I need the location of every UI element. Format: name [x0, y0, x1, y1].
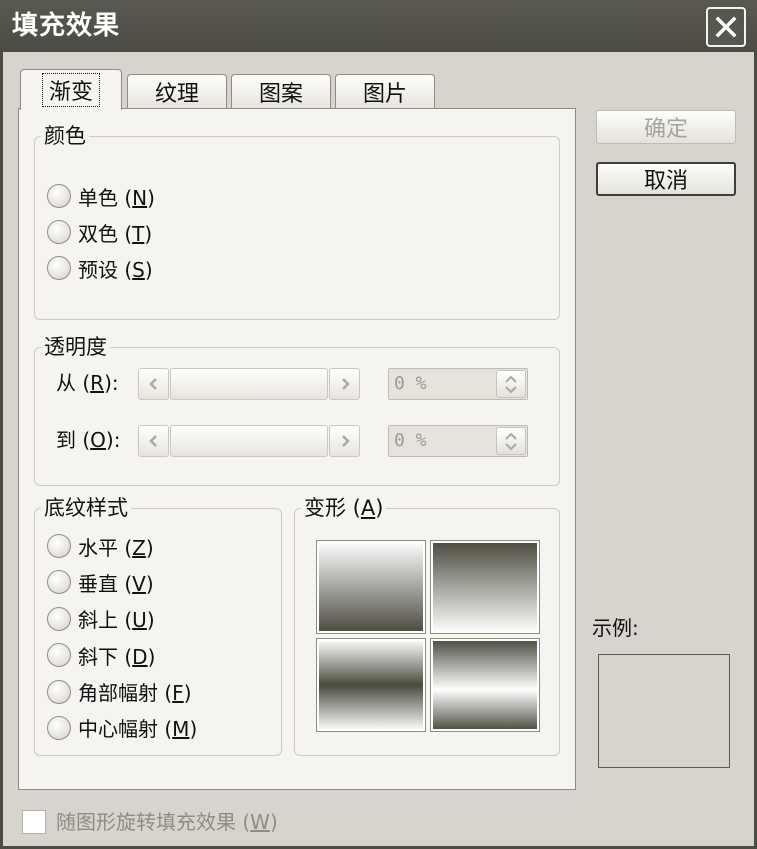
radio-diagonal-down[interactable]: 斜下 (D) — [47, 643, 197, 669]
to-scroll-right-button[interactable] — [329, 425, 360, 457]
from-slider[interactable] — [138, 368, 360, 400]
chevron-left-icon — [148, 378, 157, 390]
radio-vertical[interactable]: 垂直 (V) — [47, 570, 197, 596]
radio-label: 中心幅射 (M) — [78, 717, 198, 742]
dialog-title: 填充效果 — [12, 11, 121, 41]
tab-label: 图案 — [258, 81, 303, 107]
radio-label: 斜上 (U) — [78, 608, 155, 633]
variants-group-title: 变形 (A) — [301, 496, 387, 520]
to-scroll-left-button[interactable] — [138, 425, 169, 457]
radio-diagonal-up[interactable]: 斜上 (U) — [47, 606, 197, 633]
radio-from-center[interactable]: 中心幅射 (M) — [47, 715, 198, 742]
radio-label: 斜下 (D) — [78, 644, 156, 669]
chevron-right-icon — [341, 378, 350, 390]
from-scroll-left-button[interactable] — [138, 368, 169, 400]
colors-radio-list: 单色 (N) 双色 (T) 预设 (S) — [47, 184, 155, 282]
from-percent-spinner[interactable]: 0 % — [388, 368, 528, 400]
radio-button[interactable] — [47, 570, 71, 595]
radio-horizontal[interactable]: 水平 (Z) — [47, 534, 197, 560]
to-slider-track[interactable] — [170, 425, 328, 457]
cancel-button[interactable]: 取消 — [596, 162, 736, 196]
colors-group-title: 颜色 — [41, 124, 89, 148]
ok-button[interactable]: 确定 — [596, 110, 736, 144]
fill-effects-dialog: 填充效果 渐变 纹理 图案 图片 颜色 单色 (N) 双色 (T) 预设 (S) — [0, 0, 757, 849]
from-percent-value[interactable]: 0 % — [394, 369, 427, 399]
radio-label: 垂直 (V) — [78, 571, 154, 596]
chevron-left-icon — [148, 435, 157, 447]
radio-label: 水平 (Z) — [78, 535, 154, 560]
radio-button[interactable] — [47, 184, 71, 208]
rotate-fill-checkbox-label[interactable]: 随图形旋转填充效果 (W) — [56, 810, 278, 834]
from-spinner-buttons[interactable] — [496, 370, 526, 398]
radio-label: 双色 (T) — [78, 221, 153, 246]
to-slider[interactable] — [138, 425, 360, 457]
radio-label: 单色 (N) — [78, 185, 155, 210]
to-percent-value[interactable]: 0 % — [394, 426, 427, 456]
close-icon — [715, 16, 737, 38]
radio-preset[interactable]: 预设 (S) — [47, 256, 155, 282]
chevron-down-icon[interactable] — [505, 442, 517, 450]
tab-texture[interactable]: 纹理 — [127, 74, 227, 108]
from-label: 从 (R): — [56, 371, 119, 395]
to-percent-spinner[interactable]: 0 % — [388, 425, 528, 457]
close-button[interactable] — [706, 7, 746, 47]
radio-button[interactable] — [47, 256, 71, 280]
sample-preview — [598, 654, 730, 768]
tab-pattern[interactable]: 图案 — [231, 74, 331, 108]
tab-picture[interactable]: 图片 — [335, 74, 435, 108]
to-spinner-buttons[interactable] — [496, 427, 526, 455]
radio-button[interactable] — [47, 643, 71, 668]
from-slider-track[interactable] — [170, 368, 328, 400]
chevron-up-icon[interactable] — [505, 432, 517, 440]
transparency-group-title: 透明度 — [41, 335, 110, 359]
tab-label: 纹理 — [154, 81, 199, 107]
variant-swatch-2[interactable] — [430, 540, 540, 634]
shading-styles-group-title: 底纹样式 — [41, 496, 131, 520]
radio-button[interactable] — [47, 534, 71, 558]
variant-swatch-4[interactable] — [430, 638, 540, 732]
radio-from-corner[interactable]: 角部幅射 (F) — [47, 679, 197, 706]
from-scroll-right-button[interactable] — [329, 368, 360, 400]
shading-radio-list: 水平 (Z) 垂直 (V) 斜上 (U) 斜下 (D) 角部幅射 (F) 中心幅… — [47, 534, 198, 742]
radio-button[interactable] — [47, 220, 71, 244]
radio-one-color[interactable]: 单色 (N) — [47, 184, 155, 210]
sample-label: 示例: — [592, 616, 639, 640]
chevron-down-icon[interactable] — [505, 385, 517, 393]
chevron-right-icon — [341, 435, 350, 447]
variant-swatch-3[interactable] — [316, 638, 426, 732]
radio-label: 角部幅射 (F) — [78, 681, 192, 706]
radio-button[interactable] — [47, 606, 71, 631]
radio-button[interactable] — [47, 679, 71, 704]
tab-label: 图片 — [362, 81, 407, 107]
tab-label: 渐变 — [41, 73, 100, 107]
rotate-fill-checkbox[interactable] — [22, 810, 46, 834]
to-label: 到 (O): — [56, 428, 121, 452]
variant-swatch-1[interactable] — [316, 540, 426, 634]
tab-gradient[interactable]: 渐变 — [20, 69, 122, 110]
radio-button[interactable] — [47, 715, 71, 740]
radio-two-colors[interactable]: 双色 (T) — [47, 220, 155, 246]
chevron-up-icon[interactable] — [505, 375, 517, 383]
radio-label: 预设 (S) — [78, 257, 153, 282]
